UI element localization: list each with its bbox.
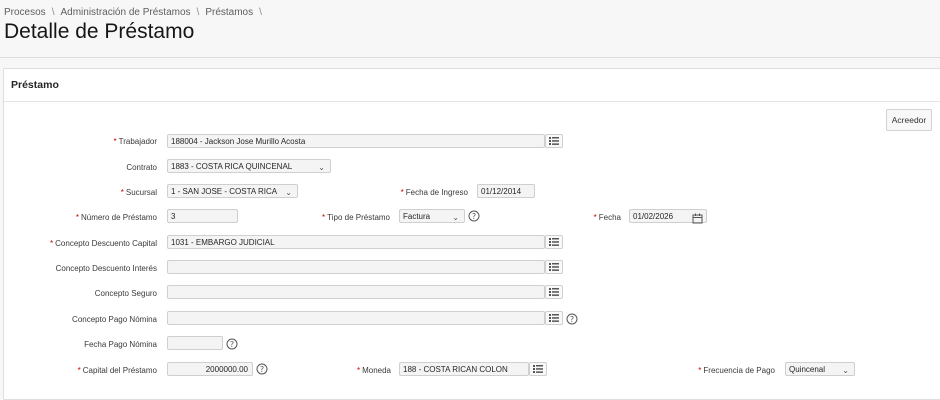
required-marker: * (322, 213, 326, 222)
tipo-prestamo-select[interactable]: Factura ⌄ (399, 209, 465, 223)
required-marker: * (593, 213, 597, 222)
contrato-value: 1883 - COSTA RICA QUINCENAL (171, 162, 293, 171)
required-marker: * (356, 366, 361, 375)
list-icon[interactable] (545, 311, 563, 325)
list-icon[interactable] (545, 260, 563, 274)
fecha-pago-nomina-label: Fecha Pago Nómina (84, 340, 157, 349)
svg-text:?: ? (570, 315, 574, 324)
breadcrumb-item-prestamos[interactable]: Préstamos (205, 7, 253, 18)
required-marker: * (77, 366, 81, 375)
moneda-field[interactable]: 188 - COSTA RICAN COLON (399, 362, 529, 376)
concepto-capital-label: * Concepto Descuento Capital (50, 239, 157, 248)
sucursal-label: * Sucursal (120, 188, 157, 197)
breadcrumb: Procesos \ Administración de Préstamos \ Pré… (4, 7, 268, 18)
breadcrumb-item-administracion[interactable]: Administración de Préstamos (60, 7, 190, 18)
breadcrumb-item-procesos[interactable]: Procesos (4, 7, 46, 18)
calendar-icon[interactable] (692, 211, 704, 224)
required-marker: * (120, 188, 124, 197)
concepto-pago-nomina-label: Concepto Pago Nómina (72, 315, 157, 324)
frecuencia-pago-label: * Frecuencia de Pago (698, 366, 775, 375)
moneda-label: * Moneda (356, 366, 391, 375)
concepto-interes-field[interactable] (167, 260, 545, 274)
breadcrumb-separator: \ (259, 7, 262, 18)
svg-text:?: ? (230, 340, 234, 349)
numero-prestamo-field[interactable]: 3 (167, 209, 238, 223)
fecha-label: * Fecha (593, 213, 621, 222)
required-marker: * (75, 213, 79, 222)
help-icon[interactable]: ? (566, 313, 578, 325)
required-marker: * (50, 239, 54, 248)
prestamo-panel: Préstamo Acreedor (3, 68, 940, 400)
required-marker: * (113, 137, 117, 146)
concepto-seguro-label: Concepto Seguro (94, 289, 157, 298)
list-icon[interactable] (529, 362, 547, 376)
list-icon[interactable] (545, 285, 563, 299)
header-divider (0, 57, 940, 58)
tipo-prestamo-label: * Tipo de Préstamo (322, 213, 390, 222)
required-marker: * (400, 188, 404, 197)
required-marker: * (698, 366, 702, 375)
concepto-capital-field[interactable]: 1031 - EMBARGO JUDICIAL (167, 235, 545, 249)
acreedor-button[interactable]: Acreedor (886, 109, 932, 131)
chevron-down-icon: ⌄ (452, 213, 459, 222)
capital-prestamo-label: * Capital del Préstamo (77, 366, 157, 375)
panel-title: Préstamo (11, 79, 59, 91)
trabajador-field[interactable]: 188004 - Jackson Jose Murillo Acosta (167, 134, 545, 148)
breadcrumb-separator: \ (51, 7, 55, 18)
chevron-down-icon: ⌄ (318, 163, 325, 172)
help-icon[interactable]: ? (226, 338, 238, 350)
fecha-value: 01/02/2026 (633, 212, 674, 221)
fecha-ingreso-field[interactable]: 01/12/2014 (477, 184, 535, 198)
concepto-seguro-field[interactable] (167, 285, 545, 299)
numero-prestamo-label: * Número de Préstamo (75, 213, 157, 222)
chevron-down-icon: ⌄ (842, 366, 849, 375)
sucursal-value: 1 - SAN JOSE - COSTA RICA (171, 187, 278, 196)
fecha-ingreso-label: * Fecha de Ingreso (400, 188, 468, 197)
concepto-interes-label: Concepto Descuento Interés (55, 264, 157, 273)
page-title: Detalle de Préstamo (4, 20, 195, 43)
frecuencia-pago-select[interactable]: Quincenal ⌄ (785, 362, 855, 376)
concepto-pago-nomina-field[interactable] (167, 311, 545, 325)
list-icon[interactable] (545, 134, 563, 148)
contrato-select[interactable]: 1883 - COSTA RICA QUINCENAL ⌄ (167, 159, 331, 173)
fecha-pago-nomina-field[interactable] (167, 336, 223, 350)
list-icon[interactable] (545, 235, 563, 249)
sucursal-select[interactable]: 1 - SAN JOSE - COSTA RICA ⌄ (167, 184, 298, 198)
tipo-prestamo-value: Factura (403, 212, 431, 221)
panel-header: Préstamo (4, 69, 940, 102)
frecuencia-pago-value: Quincenal (789, 365, 826, 374)
breadcrumb-separator: \ (196, 7, 200, 18)
contrato-label: Contrato (126, 163, 157, 172)
trabajador-label: * Trabajador (113, 137, 157, 146)
chevron-down-icon: ⌄ (285, 188, 292, 197)
